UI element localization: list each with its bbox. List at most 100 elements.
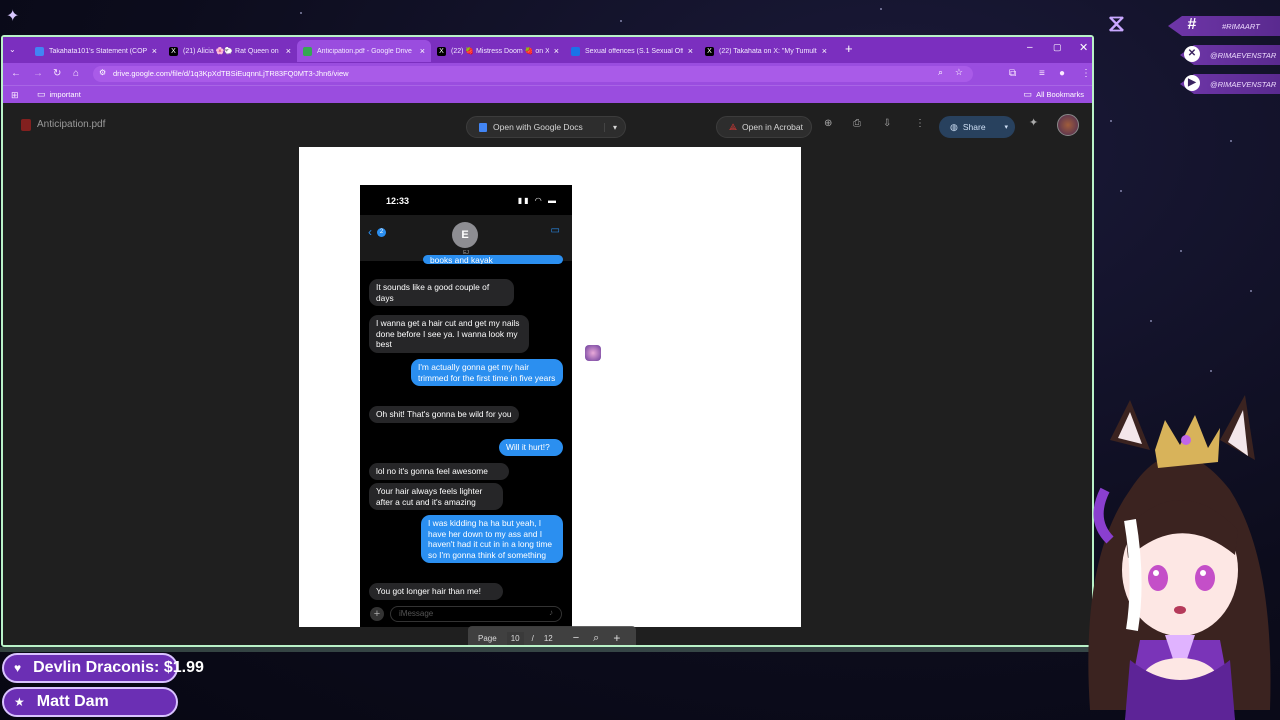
- doc-icon: [35, 46, 44, 56]
- plus-icon[interactable]: +: [370, 607, 384, 621]
- mic-icon[interactable]: ♪: [549, 608, 553, 617]
- imessage-input[interactable]: iMessage ♪: [390, 606, 562, 622]
- home-icon[interactable]: ⌂: [73, 67, 79, 81]
- open-with-docs-button[interactable]: Open with Google Docs ▾: [466, 116, 626, 138]
- close-tab-icon[interactable]: ×: [286, 46, 291, 56]
- received-message-bubble: Oh shit! That's gonna be wild for you: [369, 406, 519, 423]
- message-input-bar: + iMessage ♪: [360, 605, 572, 627]
- open-in-acrobat-button[interactable]: ⟁ Open in Acrobat: [716, 116, 812, 138]
- share-label: Share: [962, 122, 986, 132]
- print-icon[interactable]: ⎙: [853, 117, 861, 131]
- unread-count-badge: 2: [377, 228, 386, 237]
- tab-4[interactable]: X (22) 🍓 Mistress Doom 🍓 on X ×: [431, 40, 565, 62]
- chevron-down-icon[interactable]: ▾: [603, 122, 617, 132]
- tab-label: Takahata101's Statement (COP: [49, 47, 147, 55]
- close-tab-icon[interactable]: ×: [554, 46, 559, 56]
- imessage-placeholder: iMessage: [399, 609, 434, 618]
- gemini-sparkle-icon[interactable]: ✦: [1029, 116, 1038, 130]
- drive-header: Anticipation.pdf Open with Google Docs ▾…: [3, 103, 1092, 148]
- bookmarks-bar: ⊞ ▭ important ▭ All Bookmarks: [3, 85, 1092, 104]
- download-icon[interactable]: ⇩: [883, 117, 891, 131]
- share-chevron-icon[interactable]: ▾: [1004, 123, 1008, 131]
- received-message-bubble: Your hair always feels lighter after a c…: [369, 483, 503, 511]
- profile-icon[interactable]: ●: [1059, 67, 1065, 81]
- sent-message-bubble: I'm actually gonna get my hair trimmed f…: [411, 359, 563, 387]
- back-icon[interactable]: ←: [11, 67, 21, 81]
- back-chevron-icon[interactable]: ‹: [368, 225, 372, 239]
- maximize-button[interactable]: ▢: [1053, 42, 1062, 53]
- tab-5[interactable]: Sexual offences (S.1 Sexual Offe ×: [565, 40, 699, 62]
- site-icon: [571, 46, 580, 56]
- phone-screenshot: 12:33 ▮▮ ◠ ▬ ‹ 2 E EJ ▭ books and kayak I…: [360, 185, 572, 627]
- folder-icon: ▭: [37, 89, 46, 99]
- bookmark-star-icon[interactable]: ☆: [955, 67, 963, 78]
- minimize-button[interactable]: –: [1027, 42, 1033, 53]
- zoom-in-icon[interactable]: +: [613, 631, 620, 645]
- share-button[interactable]: ◍ Share ▾: [939, 116, 1015, 138]
- status-icons: ▮▮ ◠ ▬: [517, 196, 558, 205]
- tab-1[interactable]: Takahata101's Statement (COP ×: [29, 40, 163, 62]
- apps-grid-icon[interactable]: ⊞: [11, 88, 19, 102]
- close-tab-icon[interactable]: ×: [152, 46, 157, 56]
- extensions-icon[interactable]: ⧉: [1009, 67, 1016, 81]
- close-tab-icon[interactable]: ×: [822, 46, 827, 56]
- zoom-icon[interactable]: ⌕: [938, 67, 943, 78]
- total-pages: 12: [543, 633, 553, 643]
- all-bookmarks-button[interactable]: ▭ All Bookmarks: [1024, 89, 1084, 100]
- tab-bar: ⌄ Takahata101's Statement (COP × X (21) Ali…: [3, 37, 1092, 63]
- received-message-bubble: You got longer hair than me!: [369, 583, 503, 600]
- tab-label: Anticipation.pdf - Google Drive: [317, 47, 412, 55]
- heart-icon: ♥: [14, 661, 22, 675]
- acrobat-icon: ⟁: [729, 121, 738, 132]
- current-page-input[interactable]: 10: [506, 631, 524, 645]
- docs-icon: [479, 122, 487, 132]
- tab-3[interactable]: Anticipation.pdf - Google Drive ×: [297, 40, 431, 62]
- x-icon[interactable]: ✕: [1184, 46, 1200, 62]
- all-bookmarks-label: All Bookmarks: [1036, 90, 1084, 99]
- pdf-file-icon: [21, 119, 31, 131]
- close-tab-icon[interactable]: ×: [688, 46, 693, 56]
- facetime-icon[interactable]: ▭: [551, 225, 560, 236]
- sent-message-bubble: Will it hurt!?: [499, 439, 563, 456]
- file-name: Anticipation.pdf: [37, 119, 106, 130]
- pdf-page: 12:33 ▮▮ ◠ ▬ ‹ 2 E EJ ▭ books and kayak I…: [299, 147, 801, 627]
- close-window-button[interactable]: ✕: [1079, 41, 1088, 54]
- open-with-label: Open with Google Docs: [493, 122, 583, 132]
- close-tab-icon[interactable]: ×: [420, 46, 425, 56]
- contact-avatar[interactable]: E: [452, 222, 478, 248]
- x-icon: X: [169, 46, 178, 56]
- new-tab-button[interactable]: +: [845, 41, 853, 56]
- cursor-sticker-icon: [585, 345, 601, 361]
- tab-2[interactable]: X (21) Alicia 🌸🐑 Rat Queen on ×: [163, 40, 297, 62]
- add-shortcut-icon[interactable]: ⊕: [824, 117, 832, 131]
- menu-kebab-icon[interactable]: ⋮: [1081, 67, 1091, 81]
- site-info-icon[interactable]: ⚙: [99, 68, 106, 77]
- reload-icon[interactable]: ↻: [53, 67, 61, 81]
- more-actions-icon[interactable]: ⋮: [915, 117, 925, 131]
- sent-message-bubble: I was kidding ha ha but yeah, I have her…: [421, 515, 563, 564]
- youtube-icon[interactable]: ▶: [1184, 75, 1200, 91]
- account-avatar[interactable]: [1057, 114, 1079, 136]
- status-time: 12:33: [386, 196, 410, 206]
- bookmark-folder-important[interactable]: ▭ important: [37, 89, 81, 100]
- tab-label: (22) Takahata on X: "My Tumult: [719, 47, 817, 55]
- tab-6[interactable]: X (22) Takahata on X: "My Tumult ×: [699, 40, 833, 62]
- donation-text: Devlin Draconis: $1.99: [33, 659, 204, 676]
- open-in-acrobat-label: Open in Acrobat: [742, 122, 803, 132]
- address-bar[interactable]: ⚙ drive.google.com/file/d/1q3KpXdTBSiEuq…: [93, 66, 973, 82]
- donation-item: ★ Matt Dam: [2, 687, 178, 717]
- folder-icon: ▭: [1023, 89, 1033, 99]
- tab-search-icon[interactable]: ⌄: [9, 43, 16, 57]
- hashtag-icon[interactable]: #: [1184, 17, 1200, 33]
- zoom-icon[interactable]: ⌕: [593, 632, 599, 645]
- received-message-bubble: I wanna get a hair cut and get my nails …: [369, 315, 529, 353]
- zoom-out-icon[interactable]: −: [573, 632, 579, 644]
- media-icon[interactable]: ≡: [1039, 67, 1045, 81]
- streamer-logo-icon: ⧖: [1108, 10, 1125, 37]
- social-handle: @RIMAEVENSTAR: [1210, 51, 1277, 60]
- social-handle: @RIMAEVENSTAR: [1210, 80, 1277, 89]
- social-handle: #RIMAART: [1222, 22, 1260, 31]
- overlay-bottom-strip: [0, 647, 1090, 652]
- forward-icon[interactable]: →: [33, 67, 43, 81]
- page-separator: /: [531, 633, 534, 643]
